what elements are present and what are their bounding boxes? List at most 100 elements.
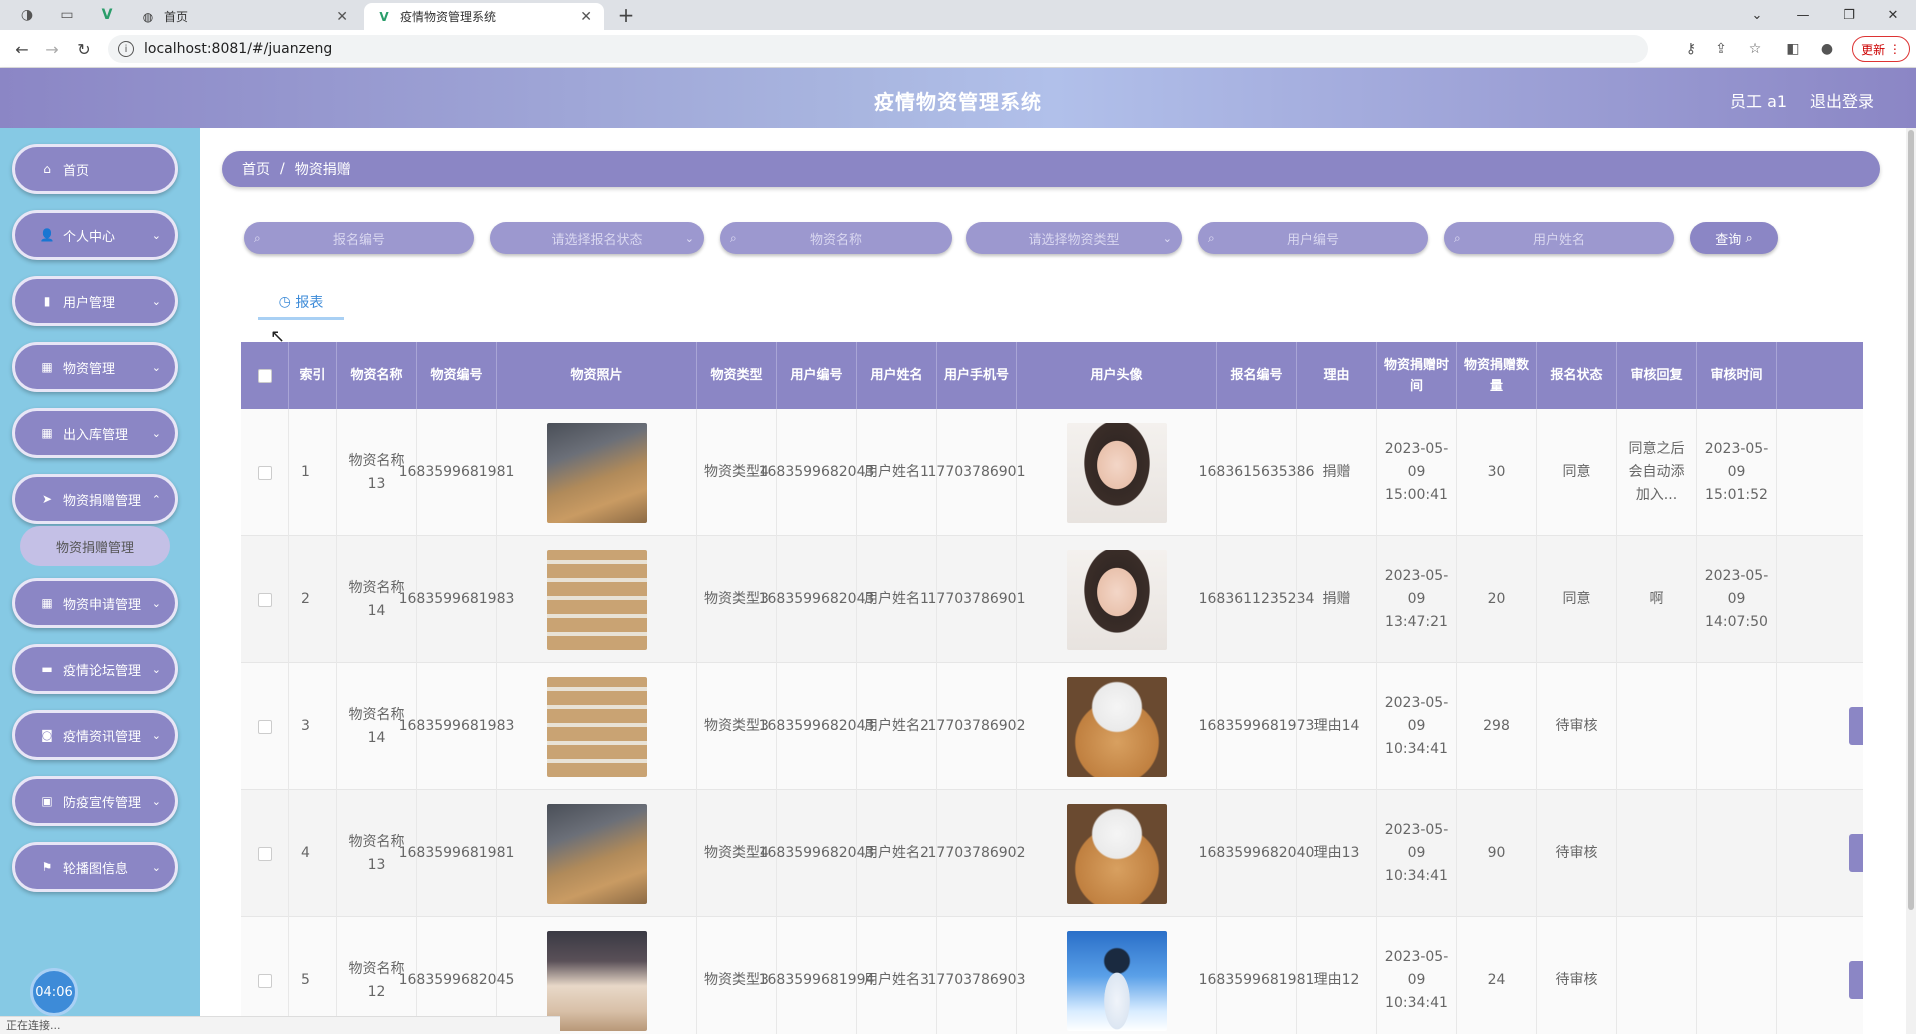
chevron-down-icon: ⌄ — [151, 294, 161, 308]
browser-tab-title: 疫情物资管理系统 — [400, 10, 497, 24]
wuzi-type-select[interactable]: 请选择物资类型 ⌄ — [966, 222, 1182, 254]
row-select-cell[interactable] — [241, 536, 289, 663]
browser-tab-github-icon[interactable]: ◑ — [12, 4, 42, 26]
url-field[interactable]: i localhost:8081/#/juanzeng — [108, 35, 1648, 63]
cell-user-no: 1683599682043 — [759, 790, 874, 917]
material-photo-boxes[interactable] — [546, 803, 647, 904]
material-photo-stacked-boxes[interactable] — [546, 676, 647, 777]
sidebar-toggle-icon[interactable]: ◧ — [1782, 38, 1804, 60]
cell-reply — [1617, 790, 1697, 917]
key-icon[interactable]: ⚷ — [1680, 38, 1702, 60]
close-icon[interactable]: ✕ — [580, 9, 592, 25]
back-button[interactable]: ← — [10, 38, 34, 60]
cell-review-time: 2023-05-09 15:01:52 — [1697, 409, 1777, 536]
browser-tab-vue-icon[interactable]: V — [92, 4, 122, 26]
cell-review-time — [1697, 663, 1777, 790]
tab-report[interactable]: ◷ 报表 — [258, 286, 344, 320]
logout-link[interactable]: 退出登录 — [1810, 88, 1874, 112]
column-header: 理由 — [1297, 342, 1377, 409]
review-button[interactable] — [1849, 961, 1863, 999]
submenu-item-donation[interactable]: 物资捐赠管理 — [20, 526, 170, 566]
row-checkbox[interactable] — [257, 592, 272, 607]
breadcrumb-home[interactable]: 首页 — [242, 159, 270, 179]
column-header: 报名编号 — [1217, 342, 1297, 409]
tab-label: 报表 — [295, 294, 324, 311]
placeholder: 用户姓名 — [1532, 232, 1585, 248]
material-photo-stacked-boxes[interactable] — [546, 549, 647, 650]
user-no-input[interactable]: ⌕ 用户编号 — [1198, 222, 1428, 254]
browser-tab-home[interactable]: ◍ 首页 ✕ — [128, 3, 360, 30]
chevron-down-icon: ⌄ — [151, 228, 161, 242]
avatar-woman[interactable] — [1066, 422, 1167, 523]
cell-review-time — [1697, 917, 1777, 1034]
review-button[interactable] — [1849, 834, 1863, 872]
select-all-checkbox[interactable] — [257, 368, 272, 383]
sidebar-item-material-management[interactable]: ▦ 物资管理 ⌄ — [12, 342, 178, 392]
row-checkbox[interactable] — [257, 465, 272, 480]
material-photo-boxes[interactable] — [546, 422, 647, 523]
breadcrumb: 首页 / 物资捐赠 — [222, 151, 1880, 187]
chevron-down-icon: ⌄ — [151, 360, 161, 374]
profile-icon[interactable]: ● — [1816, 38, 1838, 60]
row-checkbox[interactable] — [257, 846, 272, 861]
browser-tab-blank-icon[interactable]: ▭ — [52, 4, 82, 26]
review-button[interactable] — [1849, 707, 1863, 745]
cell-baoming-no: 1683599681973 — [1199, 663, 1314, 790]
update-button[interactable]: 更新 ⋮ — [1852, 36, 1910, 62]
user-name-input[interactable]: ⌕ 用户姓名 — [1444, 222, 1674, 254]
star-icon[interactable]: ☆ — [1744, 38, 1766, 60]
row-checkbox[interactable] — [257, 973, 272, 988]
sidebar-item-inout-management[interactable]: ▦ 出入库管理 ⌄ — [12, 408, 178, 458]
new-tab-button[interactable]: + — [612, 3, 640, 27]
query-button[interactable]: 查询 ⌕ — [1690, 222, 1778, 254]
sidebar-item-personal-center[interactable]: 👤 个人中心 ⌄ — [12, 210, 178, 260]
browser-tab-active[interactable]: V 疫情物资管理系统 ✕ — [364, 3, 604, 30]
row-select-cell[interactable] — [241, 409, 289, 536]
restore-button[interactable]: ❐ — [1826, 0, 1872, 30]
camera-icon: ◙ — [41, 728, 53, 742]
baoming-status-select[interactable]: 请选择报名状态 ⌄ — [490, 222, 704, 254]
cell-index: 3 — [289, 663, 337, 790]
column-header: 用户编号 — [777, 342, 857, 409]
close-icon[interactable]: ✕ — [336, 9, 348, 25]
cell-donate-qty: 20 — [1457, 536, 1537, 663]
sidebar-item-home[interactable]: ⌂ 首页 — [12, 144, 178, 194]
avatar-cat[interactable] — [1066, 803, 1167, 904]
column-header: 用户姓名 — [857, 342, 937, 409]
send-icon: ➤ — [41, 492, 53, 506]
material-photo-shelves[interactable] — [546, 930, 647, 1031]
row-select-cell[interactable] — [241, 790, 289, 917]
info-icon[interactable]: i — [118, 41, 134, 57]
sidebar-item-forum-management[interactable]: ▬ 疫情论坛管理 ⌄ — [12, 644, 178, 694]
row-checkbox[interactable] — [257, 719, 272, 734]
minimize-button[interactable]: — — [1780, 0, 1826, 30]
cell-wuzi-no: 1683599681983 — [399, 663, 514, 790]
forward-button[interactable]: → — [40, 38, 64, 60]
window-close-button[interactable]: ✕ — [1870, 0, 1916, 30]
cell-user-name: 用户姓名1 — [857, 409, 937, 536]
sidebar-item-carousel-info[interactable]: ⚑ 轮播图信息 ⌄ — [12, 842, 178, 892]
wuzi-name-input[interactable]: ⌕ 物资名称 — [720, 222, 952, 254]
select-all-cell[interactable] — [241, 342, 289, 409]
vue-logo-icon: V — [379, 9, 389, 24]
reload-button[interactable]: ↻ — [72, 38, 96, 60]
avatar-woman[interactable] — [1066, 549, 1167, 650]
cell-donate-qty: 90 — [1457, 790, 1537, 917]
baoming-no-input[interactable]: ⌕ 报名编号 — [244, 222, 474, 254]
cell-user-avatar — [1017, 663, 1217, 790]
sidebar-item-news-management[interactable]: ◙ 疫情资讯管理 ⌄ — [12, 710, 178, 760]
avatar-anime-boy[interactable] — [1066, 930, 1167, 1031]
sidebar-item-propaganda-management[interactable]: ▣ 防疫宣传管理 ⌄ — [12, 776, 178, 826]
row-select-cell[interactable] — [241, 663, 289, 790]
avatar-cat[interactable] — [1066, 676, 1167, 777]
cell-donate-time: 2023-05-09 10:34:41 — [1377, 663, 1457, 790]
share-icon[interactable]: ⇪ — [1710, 38, 1732, 60]
chevron-down-icon[interactable]: ⌄ — [1734, 0, 1780, 30]
sidebar-item-user-management[interactable]: ▮ 用户管理 ⌄ — [12, 276, 178, 326]
app-title: 疫情物资管理系统 — [874, 90, 1042, 114]
sidebar-item-application-management[interactable]: ▦ 物资申请管理 ⌄ — [12, 578, 178, 628]
cell-user-avatar — [1017, 917, 1217, 1034]
cell-donate-time: 2023-05-09 10:34:41 — [1377, 917, 1457, 1034]
sidebar-item-donation-management[interactable]: ➤ 物资捐赠管理 ⌃ — [12, 474, 178, 524]
scrollbar-thumb[interactable] — [1908, 130, 1914, 910]
